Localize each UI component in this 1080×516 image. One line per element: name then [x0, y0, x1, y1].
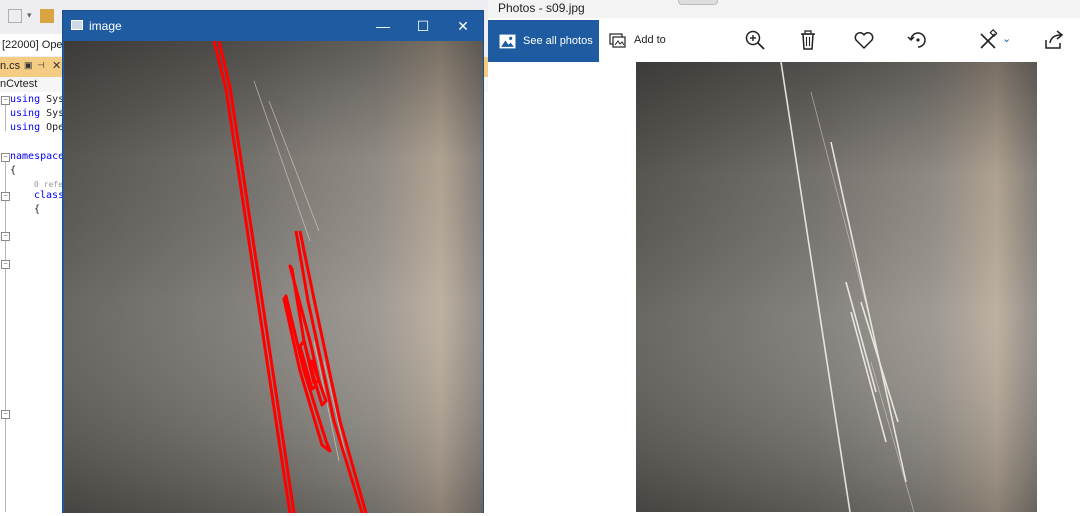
window-app-icon [71, 20, 83, 30]
see-all-photos-label: See all photos [523, 35, 593, 47]
window-titlebar[interactable]: image — ☐ ✕ [63, 11, 483, 41]
titlebar-pill [678, 0, 718, 5]
vs-status-tab-label: [22000] Open [2, 39, 69, 51]
window-title: image [89, 19, 122, 33]
photo-metal-shading [636, 62, 1037, 512]
close-button[interactable]: ✕ [443, 11, 483, 41]
share-icon[interactable] [1042, 28, 1066, 52]
add-to-label: Add to [634, 34, 666, 46]
minimize-button[interactable]: — [363, 11, 403, 41]
photo-viewer-image [636, 62, 1037, 512]
contour-result-image [64, 41, 483, 513]
vs-status-tab[interactable]: [22000] Open [0, 34, 69, 56]
chevron-down-icon[interactable]: ⌄ [1002, 32, 1011, 45]
photos-titlebar[interactable]: Photos - s09.jpg [488, 0, 1080, 18]
vs-file-tab[interactable]: n.cs [0, 60, 20, 72]
code-line: { [10, 165, 17, 176]
maximize-button[interactable]: ☐ [403, 11, 443, 41]
chevron-down-icon[interactable]: ▾ [27, 10, 32, 21]
photos-window-title: Photos - s09.jpg [498, 1, 585, 15]
see-all-photos-button[interactable]: See all photos [488, 20, 599, 62]
edit-icon[interactable] [977, 28, 1001, 52]
favorite-icon[interactable] [852, 28, 876, 52]
code-line: using Sys [10, 108, 65, 119]
collapse-toggle-icon[interactable]: − [1, 260, 10, 269]
delete-icon[interactable] [796, 28, 820, 52]
add-to-album-icon [609, 33, 626, 48]
photos-toolbar: See all photos Add to ⌄ [488, 18, 1080, 62]
pin-icon[interactable]: ▣ [24, 60, 33, 71]
zoom-in-icon[interactable] [743, 28, 767, 52]
collapse-toggle-icon[interactable]: − [1, 192, 10, 201]
outline-guide [5, 162, 6, 512]
collapse-toggle-icon[interactable]: − [1, 96, 10, 105]
opencv-image-window[interactable]: image — ☐ ✕ [62, 10, 484, 513]
collapse-toggle-icon[interactable]: − [1, 232, 10, 241]
collapse-toggle-icon[interactable]: − [1, 153, 10, 162]
vs-solution-label[interactable]: nCvtest [0, 78, 37, 90]
rotate-icon[interactable] [906, 28, 930, 52]
code-line: class [34, 190, 65, 201]
code-line: using Ope [10, 122, 65, 133]
code-line: using Sys [10, 94, 65, 105]
code-line: namespace [10, 151, 65, 162]
close-tab-icon[interactable]: ✕ [52, 59, 61, 72]
collapse-toggle-icon[interactable]: − [1, 410, 10, 419]
vs-toolbar-button[interactable] [8, 9, 22, 23]
add-to-button[interactable]: Add to [606, 20, 686, 62]
pin-tab-icon[interactable]: ⊣ [37, 60, 45, 71]
code-line: { [34, 204, 41, 215]
outline-guide [5, 105, 6, 131]
build-icon[interactable] [40, 9, 54, 23]
photos-app-window[interactable]: Photos - s09.jpg See all photos Add to ⌄ [488, 0, 1080, 516]
photos-gallery-icon [499, 34, 516, 49]
